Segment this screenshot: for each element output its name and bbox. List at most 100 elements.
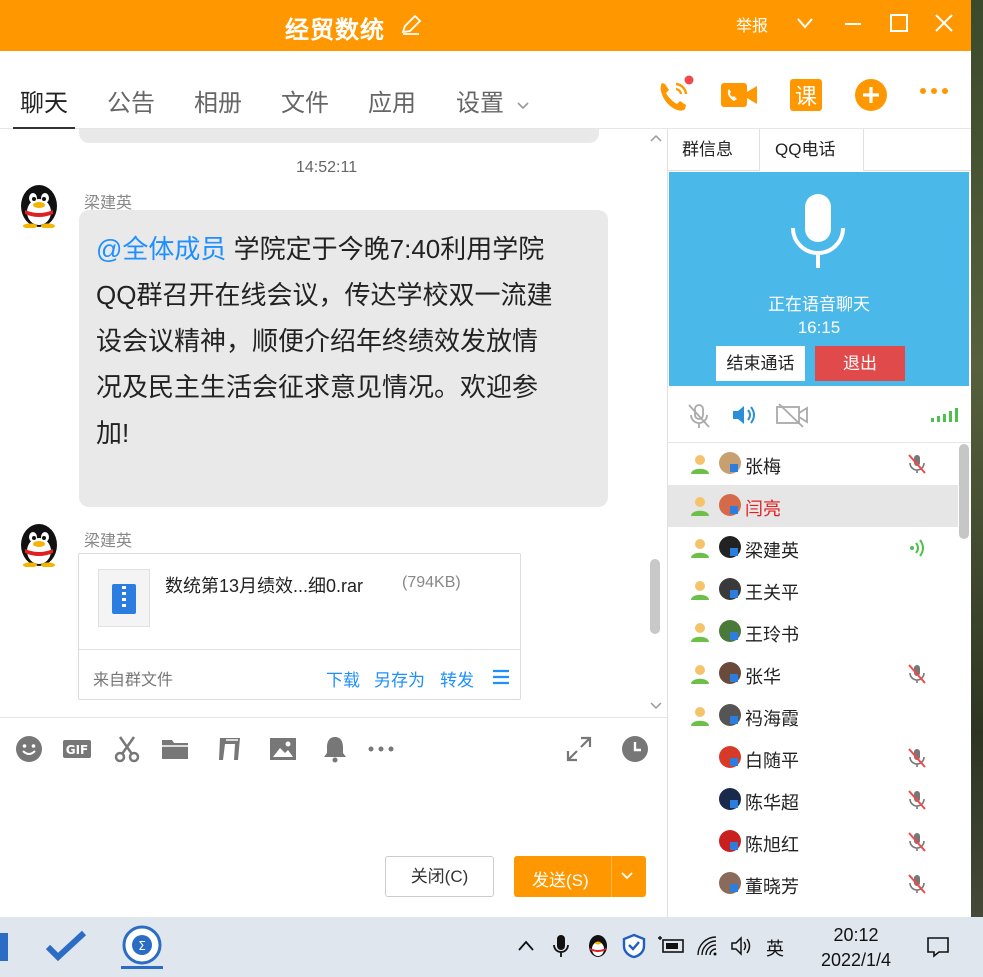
- message-bubble[interactable]: @全体成员 学院定于今晚7:40利用学院 QQ群召开在线会议，传达学校双一流建 …: [79, 210, 608, 507]
- chevron-down-icon[interactable]: [792, 10, 818, 36]
- member-row[interactable]: 白随平: [668, 737, 958, 779]
- add-icon[interactable]: [851, 75, 891, 115]
- member-avatar[interactable]: [719, 830, 741, 852]
- expand-icon[interactable]: [564, 734, 594, 764]
- member-avatar[interactable]: [719, 494, 741, 516]
- member-list-scrollbar[interactable]: [959, 444, 969, 539]
- bell-icon[interactable]: [320, 734, 350, 764]
- camera-off-icon[interactable]: [775, 402, 809, 428]
- more-icon[interactable]: [914, 75, 954, 115]
- scissors-icon[interactable]: [112, 734, 142, 764]
- member-avatar[interactable]: [719, 662, 741, 684]
- class-icon[interactable]: 课: [786, 75, 826, 115]
- mention-all[interactable]: @全体成员: [96, 234, 226, 264]
- member-name: 闫亮: [745, 499, 781, 519]
- file-card-divider: [79, 649, 520, 650]
- member-avatar[interactable]: [719, 788, 741, 810]
- tab-album[interactable]: 相册: [194, 83, 242, 118]
- scroll-down-icon[interactable]: [649, 701, 663, 711]
- member-row[interactable]: 陈旭红: [668, 821, 958, 863]
- microphone-tray-icon[interactable]: [553, 933, 569, 959]
- message-input[interactable]: 关闭(C) 发送(S): [0, 777, 667, 917]
- notification-icon[interactable]: [926, 935, 950, 959]
- more-icon[interactable]: [366, 734, 396, 764]
- member-row[interactable]: 王玲书: [668, 611, 958, 653]
- signal-strength-icon: [931, 408, 958, 422]
- taskbar-app-icon[interactable]: [0, 933, 8, 961]
- meeting-app-icon[interactable]: Σ: [121, 925, 163, 969]
- file-name[interactable]: 数统第13月绩效...细0.rar: [165, 572, 363, 598]
- message-line: 况及民主生活会征求意见情况。欢迎参: [96, 372, 539, 402]
- music-icon[interactable]: [214, 734, 244, 764]
- member-row[interactable]: 梁建英: [668, 527, 958, 569]
- member-avatar[interactable]: [719, 536, 741, 558]
- chevron-up-icon[interactable]: [516, 937, 536, 955]
- minimize-icon[interactable]: [840, 10, 866, 36]
- desktop-background: [971, 0, 983, 917]
- maximize-icon[interactable]: [886, 10, 912, 36]
- send-button[interactable]: 发送(S): [514, 856, 646, 897]
- image-icon[interactable]: [268, 734, 298, 764]
- member-avatar[interactable]: [719, 578, 741, 600]
- tab-settings[interactable]: 设置: [456, 83, 531, 118]
- wifi-icon[interactable]: [696, 935, 720, 957]
- member-row[interactable]: 张梅: [668, 443, 958, 485]
- chevron-down-icon[interactable]: [619, 868, 635, 884]
- member-avatar[interactable]: [719, 452, 741, 474]
- voice-call-icon[interactable]: [654, 75, 694, 115]
- member-row[interactable]: 祃海霞: [668, 695, 958, 737]
- forward-link[interactable]: 转发: [440, 666, 474, 691]
- member-name: 陈旭红: [745, 835, 799, 855]
- member-avatar[interactable]: [719, 746, 741, 768]
- message-line: 学院定于今晚7:40利用学院: [226, 234, 545, 264]
- battery-plug-icon[interactable]: [657, 935, 685, 957]
- gif-icon[interactable]: GIF: [62, 734, 92, 764]
- history-clock-icon[interactable]: [620, 734, 650, 764]
- speaker-icon[interactable]: [730, 402, 758, 428]
- tab-qq-call[interactable]: QQ电话: [759, 129, 864, 171]
- report-link[interactable]: 举报: [736, 12, 768, 36]
- member-row[interactable]: 陈华超: [668, 779, 958, 821]
- chat-message-area[interactable]: 14:52:11 梁建英 @全体成员 学院定于今晚7:40利用学院 QQ群召开在…: [0, 129, 667, 717]
- input-method-indicator[interactable]: 英: [766, 935, 784, 961]
- call-member-list[interactable]: 张梅闫亮梁建英王关平 王玲书 张华 祃海霞 白随平陈华超陈旭红董晓芳: [668, 443, 971, 917]
- member-row[interactable]: 董晓芳: [668, 863, 958, 905]
- volume-icon[interactable]: [730, 935, 754, 957]
- close-button[interactable]: 关闭(C): [385, 856, 494, 897]
- member-name: 陈华超: [745, 793, 799, 813]
- save-as-link[interactable]: 另存为: [374, 666, 425, 691]
- member-row[interactable]: 王关平: [668, 569, 958, 611]
- scroll-up-icon[interactable]: [649, 133, 663, 143]
- file-card[interactable]: 数统第13月绩效...细0.rar (794KB) 来自群文件 下载 另存为 转…: [78, 553, 521, 700]
- tab-notice[interactable]: 公告: [107, 83, 155, 118]
- mic-muted-icon[interactable]: [686, 402, 712, 430]
- sender-name[interactable]: 梁建英: [84, 527, 132, 551]
- emoji-icon[interactable]: [14, 734, 44, 764]
- edit-icon[interactable]: [400, 14, 422, 36]
- member-avatar[interactable]: [719, 620, 741, 642]
- member-row[interactable]: 张华: [668, 653, 958, 695]
- member-avatar[interactable]: [719, 704, 741, 726]
- member-name: 梁建英: [745, 541, 799, 561]
- tab-chat[interactable]: 聊天: [20, 83, 68, 118]
- qq-penguin-avatar[interactable]: [18, 182, 60, 228]
- download-link[interactable]: 下载: [326, 666, 360, 691]
- member-avatar[interactable]: [719, 872, 741, 894]
- folder-icon[interactable]: [160, 734, 190, 764]
- todo-app-icon[interactable]: [44, 929, 88, 965]
- tab-group-info[interactable]: 群信息: [682, 129, 733, 171]
- chat-scrollbar[interactable]: [650, 559, 660, 634]
- member-row[interactable]: 闫亮: [668, 485, 958, 527]
- menu-icon[interactable]: [491, 668, 511, 686]
- message-line: 加!: [96, 418, 130, 448]
- tab-apps[interactable]: 应用: [368, 83, 416, 118]
- qq-penguin-avatar[interactable]: [18, 521, 60, 567]
- security-shield-icon[interactable]: [622, 933, 646, 959]
- taskbar-clock[interactable]: 20:12 2022/1/4: [816, 923, 896, 973]
- end-call-button[interactable]: 结束通话: [716, 346, 805, 381]
- video-call-icon[interactable]: [719, 75, 759, 115]
- quit-call-button[interactable]: 退出: [815, 346, 905, 381]
- qq-tray-icon[interactable]: [586, 933, 610, 959]
- tab-files[interactable]: 文件: [281, 83, 329, 118]
- close-icon[interactable]: [931, 10, 957, 36]
